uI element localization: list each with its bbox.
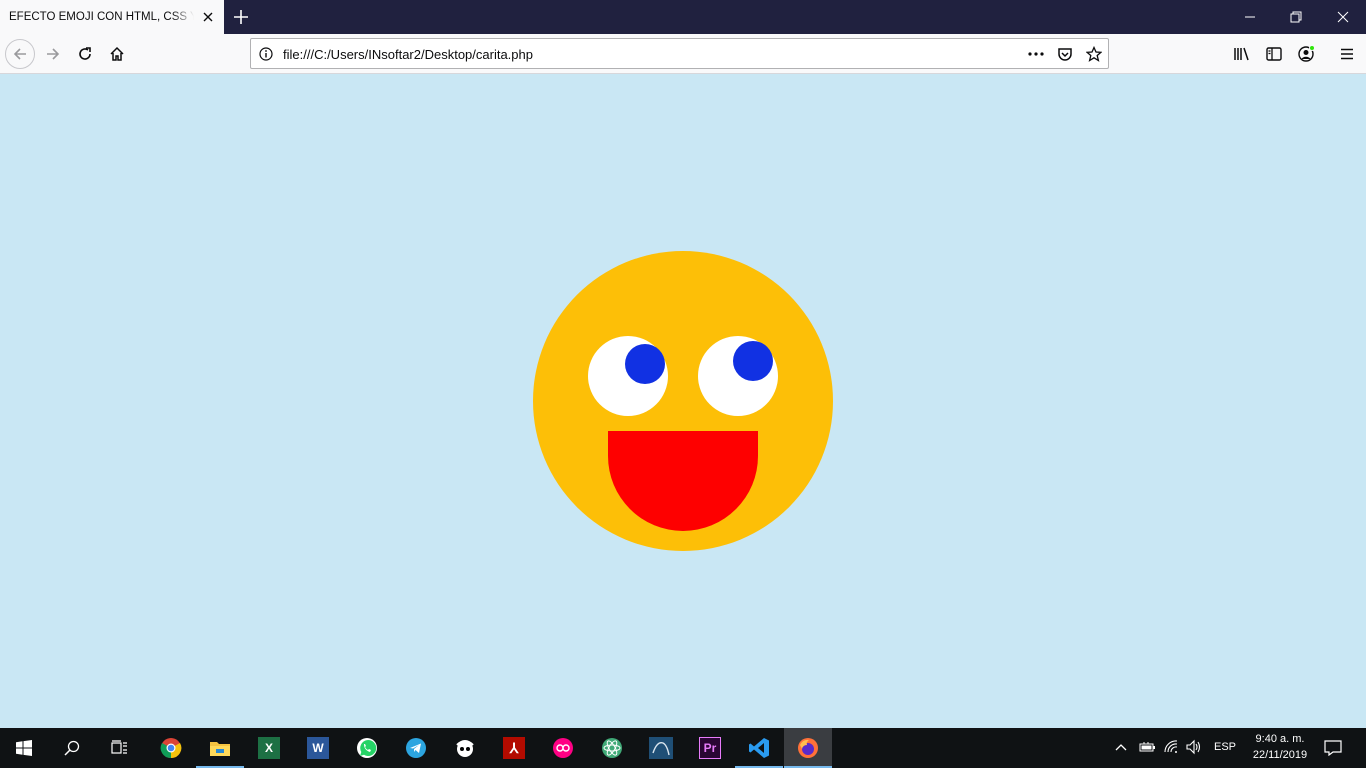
title-bar: EFECTO EMOJI CON HTML, CSS Y JAVASCRIPT (0, 0, 1366, 34)
clock-time: 9:40 a. m. (1255, 733, 1305, 745)
right-pupil (733, 341, 773, 381)
home-icon[interactable] (104, 41, 130, 67)
bookmark-star-icon[interactable] (1085, 45, 1103, 63)
language-indicator[interactable]: ESP (1214, 741, 1236, 753)
chrome-icon[interactable] (147, 728, 195, 768)
napster-icon[interactable] (441, 728, 489, 768)
close-window-button[interactable] (1320, 0, 1366, 34)
firefox-icon[interactable] (784, 728, 832, 768)
navigation-toolbar: file:///C:/Users/INsoftar2/Desktop/carit… (0, 34, 1366, 74)
new-tab-icon[interactable] (231, 7, 251, 27)
atom-icon[interactable] (588, 728, 636, 768)
excel-icon[interactable]: X (245, 728, 293, 768)
close-tab-icon[interactable] (200, 9, 216, 25)
page-actions-icon[interactable] (1027, 45, 1045, 63)
volume-icon[interactable] (1185, 739, 1203, 760)
address-bar[interactable]: file:///C:/Users/INsoftar2/Desktop/carit… (250, 38, 1109, 69)
clock[interactable]: 9:40 a. m. 22/11/2019 (1240, 731, 1320, 763)
mysql-workbench-icon[interactable] (637, 728, 685, 768)
premiere-icon[interactable]: Pr (686, 728, 734, 768)
show-hidden-icons-icon[interactable] (1114, 740, 1128, 759)
flickr-icon[interactable] (539, 728, 587, 768)
start-icon[interactable] (0, 728, 48, 768)
back-icon[interactable] (5, 39, 35, 69)
whatsapp-icon[interactable] (343, 728, 391, 768)
sidebar-icon[interactable] (1261, 41, 1287, 67)
reload-icon[interactable] (72, 41, 98, 67)
file-explorer-icon[interactable] (196, 728, 244, 768)
task-view-icon[interactable] (96, 728, 144, 768)
pocket-icon[interactable] (1056, 45, 1074, 63)
active-tab[interactable]: EFECTO EMOJI CON HTML, CSS Y JAVASCRIPT (0, 0, 224, 34)
site-info-icon[interactable] (257, 45, 275, 63)
search-icon[interactable] (48, 728, 96, 768)
restore-button[interactable] (1273, 0, 1319, 34)
vscode-icon[interactable] (735, 728, 783, 768)
clock-date: 22/11/2019 (1252, 749, 1308, 761)
battery-icon[interactable] (1138, 740, 1156, 759)
right-eye (698, 336, 778, 416)
windows-taskbar: X W ⅄ Pr ESP 9:40 a. m. 22/11/2019 (0, 728, 1366, 768)
left-eye (588, 336, 668, 416)
minimize-button[interactable] (1227, 0, 1273, 34)
account-icon[interactable] (1293, 41, 1319, 67)
left-pupil (625, 344, 665, 384)
menu-icon[interactable] (1334, 41, 1360, 67)
url-text[interactable]: file:///C:/Users/INsoftar2/Desktop/carit… (283, 47, 533, 62)
library-icon[interactable] (1229, 41, 1255, 67)
acrobat-icon[interactable]: ⅄ (490, 728, 538, 768)
emoji-face (533, 251, 833, 551)
word-icon[interactable]: W (294, 728, 342, 768)
wifi-icon[interactable] (1163, 739, 1179, 760)
notifications-icon[interactable] (1324, 740, 1342, 761)
emoji-mouth (608, 431, 758, 531)
telegram-icon[interactable] (392, 728, 440, 768)
forward-icon[interactable] (40, 41, 66, 67)
tab-title: EFECTO EMOJI CON HTML, CSS Y JAVASCRIPT (9, 11, 194, 23)
